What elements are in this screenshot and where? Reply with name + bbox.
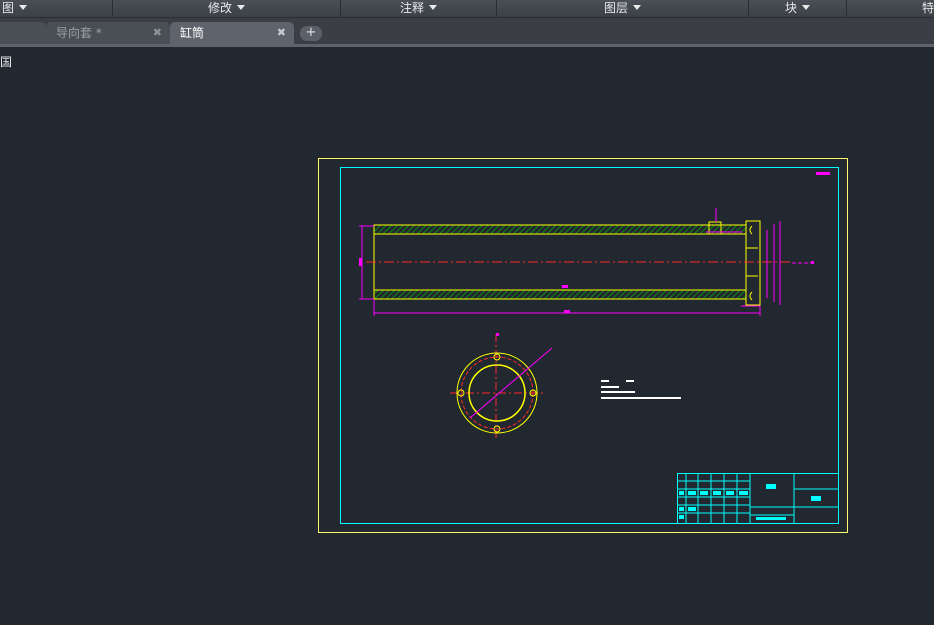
note-line bbox=[601, 386, 619, 388]
cell-text bbox=[739, 491, 748, 495]
dim-text bbox=[359, 258, 362, 266]
flange-groove bbox=[749, 225, 753, 301]
company-text bbox=[756, 517, 786, 520]
cell-text bbox=[700, 491, 708, 495]
diameter-leader bbox=[469, 347, 553, 419]
drawing-border bbox=[318, 158, 848, 533]
note-line bbox=[601, 397, 681, 399]
cell-text bbox=[679, 515, 684, 519]
cell-text bbox=[679, 491, 684, 495]
title-text bbox=[766, 484, 776, 489]
leader-end bbox=[811, 261, 814, 264]
dim-text bbox=[564, 310, 570, 313]
notes-heading bbox=[601, 380, 609, 382]
upper-wall-section bbox=[373, 224, 747, 235]
view-label bbox=[496, 333, 499, 336]
roughness-note bbox=[816, 172, 830, 175]
drawing-frame bbox=[340, 167, 839, 524]
part-name-text bbox=[811, 496, 821, 501]
cell-text bbox=[688, 491, 696, 495]
drawing-canvas[interactable] bbox=[0, 0, 934, 625]
cell-text bbox=[713, 491, 721, 495]
lower-wall-section bbox=[373, 289, 747, 300]
flange-end-view bbox=[450, 333, 553, 438]
cell-text bbox=[688, 507, 696, 511]
cell-text bbox=[679, 507, 684, 511]
cell-text bbox=[726, 491, 734, 495]
notes-heading bbox=[626, 380, 634, 382]
cylinder-section-view bbox=[366, 220, 814, 306]
right-flange bbox=[745, 220, 761, 306]
technical-notes bbox=[601, 380, 681, 399]
note-line bbox=[601, 391, 635, 393]
dim-text bbox=[562, 285, 568, 288]
